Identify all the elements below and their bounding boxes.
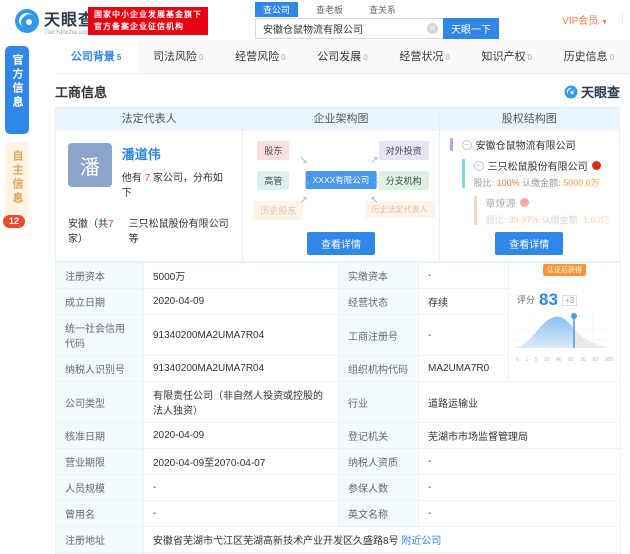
equity-detail-button[interactable]: 查看详情 [495,232,563,255]
equity-structure-panel: 股权结构图 − 安徽仓鼠物流有限公司 − 三只松鼠股份有限公司 [440,108,619,261]
search-button[interactable]: 天眼一下 [443,18,499,39]
tree-bar [462,159,465,188]
equity-structure-title: 股权结构图 [440,108,619,131]
arrow-up-left-icon: ↖ [370,195,378,206]
sidebar-tab-official-info[interactable]: 官方信息 [5,46,29,134]
chevron-down-icon: ▼ [601,19,608,26]
tree-bar [474,196,477,225]
search-input[interactable] [255,18,443,39]
person-logo-icon [520,198,529,207]
watermark-logo-icon [564,85,578,99]
header-divider: | [621,10,624,24]
tree-bar [450,138,453,151]
collapse-icon[interactable]: − [462,140,472,150]
org-chart-panel: 企业架构图 股东 高管 历史股东 XXXX有限公司 对外投资 分支机构 历史法定… [243,108,439,261]
equity-child-name: 三只松鼠股份有限公司 [488,158,588,173]
sidebar-tab-self-info[interactable]: 自主信息 12 [5,142,29,218]
tab-intellectual-property[interactable]: 知识产权0 [466,40,548,73]
page: 天眼查 TianYanCha.com 国家中小企业发展基金旗下 官方备案企业征信… [0,0,630,554]
score-distribution-chart [513,308,613,354]
arrow-up-right-icon: ↗ [370,155,378,166]
org-node-history-shareholder: 历史股东 [253,201,303,220]
clear-search-icon[interactable]: ✕ [427,23,438,34]
equity-grandchild-name: 章燎源 [486,195,516,210]
collapse-icon[interactable]: − [474,161,484,171]
table-row: 核准日期 2020-04-09 登记机关 芜湖市市场监督管理局 [56,423,621,449]
equity-child-values: 股比: 100% 认缴金额: 5000.0万 [474,176,615,189]
search-tab-company[interactable]: 查公司 [255,2,298,17]
section-nav-bar: 公司背景5 司法风险0 经营风险0 公司发展0 经营状况0 知识产权0 历史信息… [55,40,630,74]
tab-history-info[interactable]: 历史信息0 [548,40,630,73]
tianyancha-logo-icon [14,8,40,34]
vip-menu[interactable]: VIP会员 ▼ [562,12,608,27]
score-delta: +3 [562,295,577,306]
summary-panels: 法定代表人 潘 潘道伟 他有 7 家公司，分布如下 安徽（共7家） 三只松鼠 [55,107,620,262]
tab-company-background[interactable]: 公司背景5 [55,40,137,73]
org-chart-detail-button[interactable]: 查看详情 [307,232,375,255]
tab-company-development[interactable]: 公司发展0 [301,40,383,73]
score-chart-cell: 认证后获得 评分 83 +3 [509,263,621,382]
tab-judicial-risk[interactable]: 司法风险0 [137,40,219,73]
gov-certification-badge: 国家中小企业发展基金旗下 官方备案企业征信机构 [88,7,208,35]
header: 天眼查 TianYanCha.com 国家中小企业发展基金旗下 官方备案企业征信… [0,0,630,40]
search-tab-relation[interactable]: 查关系 [361,2,404,17]
org-node-branch: 分支机构 [379,171,429,190]
equity-grandchild-row[interactable]: 章燎源 股比: 39.97% 认缴金额: 1.60亿 [474,195,615,226]
arrow-up-right-icon: ↗ [299,195,307,206]
equity-child-row[interactable]: − 三只松鼠股份有限公司 股比: 100% 认缴金额: 5000.0万 [462,158,615,189]
table-row: 曾用名 - 英文名称 - [56,501,621,527]
org-node-center-company: XXXX有限公司 [306,171,377,189]
arrow-down-right-icon: ↘ [299,155,307,166]
related-company-example[interactable]: 三只松鼠股份有限公司等 [129,215,231,245]
table-row: 人员规模 - 参保人数 - [56,475,621,501]
company-logo-icon [592,161,601,170]
arrow-right-icon: → [301,176,311,187]
equity-root-row[interactable]: − 安徽仓鼠物流有限公司 [450,137,615,152]
tab-operation-status[interactable]: 经营状况0 [384,40,466,73]
table-row: 注册资本 5000万 实缴资本 - 认证后获得 评分 83 +3 [56,263,621,289]
org-node-executive: 高管 [257,171,289,190]
score-axis-labels: 0151040608090100 [513,357,616,363]
watermark-logo: 天眼查 [564,82,620,101]
section-title: 工商信息 [55,82,107,101]
score-value: 83 [539,291,558,308]
legal-representative-desc: 他有 7 家公司，分布如下 [122,169,233,199]
business-info-table: 注册资本 5000万 实缴资本 - 认证后获得 评分 83 +3 [55,262,621,554]
self-info-count-badge: 12 [3,215,25,228]
table-row-address: 注册地址 安徽省芜湖市弋江区芜湖高新技术产业开发区久盛路8号 附近公司 [56,527,621,553]
org-node-investment: 对外投资 [379,141,429,160]
region-company-count: 安徽（共7家） [68,215,129,245]
table-row: 公司类型 有限责任公司（非自然人投资或控股的法人独资） 行业 道路运输业 [56,382,621,423]
avatar[interactable]: 潘 [68,143,112,187]
equity-grandchild-values: 股比: 39.97% 认缴金额: 1.60亿 [486,213,615,226]
registered-address: 安徽省芜湖市弋江区芜湖高新技术产业开发区久盛路8号 [153,536,401,547]
search-tab-boss[interactable]: 查老板 [308,2,351,17]
nearby-companies-link[interactable]: 附近公司 [401,536,441,547]
equity-root-name: 安徽仓鼠物流有限公司 [476,137,576,152]
org-chart-title: 企业架构图 [243,108,438,131]
legal-representative-name[interactable]: 潘道伟 [122,144,233,163]
search-tabs: 查公司 查老板 查关系 [255,2,513,17]
tianyancha-logo[interactable]: 天眼查 TianYanCha.com [14,6,95,36]
search-block: 查公司 查老板 查关系 ✕ 天眼一下 [255,2,513,39]
arrow-right-icon: → [371,176,381,187]
org-node-shareholder: 股东 [257,141,289,160]
legal-representative-panel: 法定代表人 潘 潘道伟 他有 7 家公司，分布如下 安徽（共7家） 三只松鼠 [56,108,243,261]
score-badge: 认证后获得 [543,264,586,276]
table-row: 营业期限 2020-04-09至2070-04-07 纳税人资质 - [56,449,621,475]
tab-operation-risk[interactable]: 经营风险0 [219,40,301,73]
legal-representative-title: 法定代表人 [56,108,242,131]
